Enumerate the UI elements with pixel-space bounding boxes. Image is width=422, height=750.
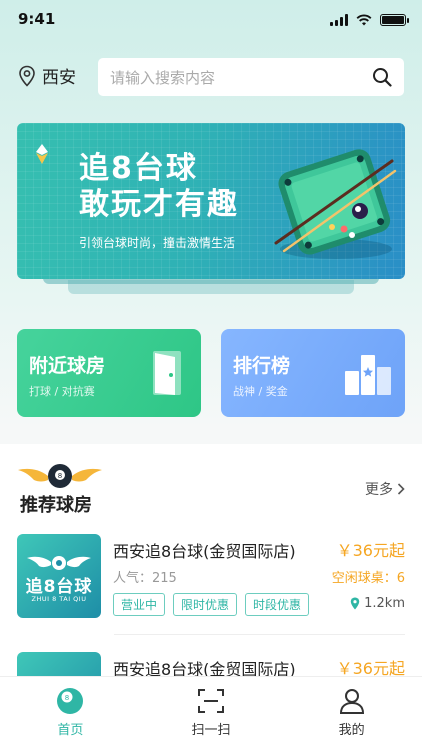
- search-input[interactable]: 请输入搜索内容: [98, 58, 404, 96]
- promo-banner[interactable]: 追8台球 敢玩才有趣 引领台球时尚，撞击激情生活: [17, 123, 405, 279]
- tab-scan[interactable]: 扫一扫: [141, 677, 282, 750]
- store-list-item[interactable]: 追8台球 ZHUI 8 TAI QIU 西安追8台球(金贸国际店) ￥36元起 …: [17, 534, 405, 624]
- billiard-ball-icon: 8: [57, 688, 84, 714]
- card-subtitle: 打球 / 对抗赛: [29, 385, 95, 398]
- scan-icon: [198, 689, 224, 713]
- tag-limited-offer: 限时优惠: [173, 593, 238, 616]
- tab-label: 扫一扫: [191, 723, 231, 738]
- door-icon: [153, 351, 181, 395]
- banner-subtitle: 引领台球时尚，撞击激情生活: [79, 236, 236, 250]
- thumb-brand: 追8台球: [25, 577, 93, 597]
- tag-time-offer: 时段优惠: [245, 593, 310, 616]
- chevron-right-icon: [397, 483, 405, 495]
- tag-open: 营业中: [113, 593, 166, 616]
- store-name: 西安追8台球(金贸国际店): [113, 542, 296, 561]
- leaderboard-card[interactable]: 排行榜 战神 / 奖金: [221, 329, 405, 417]
- cellular-signal-icon: [330, 14, 348, 26]
- location-pin-icon: [19, 65, 35, 87]
- location-selector[interactable]: 西安: [18, 63, 76, 88]
- store-tags: 营业中 限时优惠 时段优惠: [113, 593, 310, 616]
- podium-icon: [345, 355, 391, 395]
- winged-8-ball-logo: 8: [18, 464, 102, 488]
- card-title: 附近球房: [29, 355, 106, 377]
- tab-home[interactable]: 8 首页: [0, 677, 141, 750]
- status-time: 9:41: [18, 10, 56, 28]
- location-city: 西安: [42, 68, 76, 88]
- billiard-table-illustration: [274, 149, 397, 259]
- store-price: ￥36元起: [336, 541, 405, 560]
- wifi-icon: [356, 14, 372, 26]
- store-thumbnail: 追8台球 ZHUI 8 TAI QIU: [17, 534, 101, 618]
- store-idle-tables: 空闲球桌：6: [331, 571, 405, 586]
- more-link[interactable]: 更多: [365, 479, 405, 499]
- section-title: 推荐球房: [20, 495, 92, 516]
- store-distance: 1.2km: [350, 596, 405, 611]
- search-icon[interactable]: [372, 67, 392, 87]
- thumb-brand-pinyin: ZHUI 8 TAI QIU: [31, 595, 87, 603]
- svg-text:8: 8: [58, 472, 62, 480]
- diamond-icon: [36, 144, 48, 164]
- search-placeholder: 请输入搜索内容: [110, 68, 216, 87]
- tab-label: 我的: [338, 723, 365, 738]
- card-subtitle: 战神 / 奖金: [233, 385, 288, 398]
- svg-text:8: 8: [65, 694, 69, 702]
- banner-title: 追8台球 敢玩才有趣: [79, 151, 239, 222]
- status-bar: 9:41: [0, 0, 422, 44]
- nearby-halls-card[interactable]: 附近球房 打球 / 对抗赛: [17, 329, 201, 417]
- status-icons: [330, 14, 409, 26]
- battery-icon: [380, 14, 409, 26]
- more-label: 更多: [365, 482, 393, 498]
- store-popularity: 人气：215: [113, 571, 177, 586]
- tab-label: 首页: [57, 723, 84, 738]
- user-icon: [339, 689, 364, 714]
- card-title: 排行榜: [233, 355, 291, 377]
- location-pin-icon: [350, 597, 360, 610]
- list-divider: [114, 634, 405, 635]
- tab-profile[interactable]: 我的: [281, 677, 422, 750]
- bottom-tab-bar: 8 首页 扫一扫 我的: [0, 676, 422, 750]
